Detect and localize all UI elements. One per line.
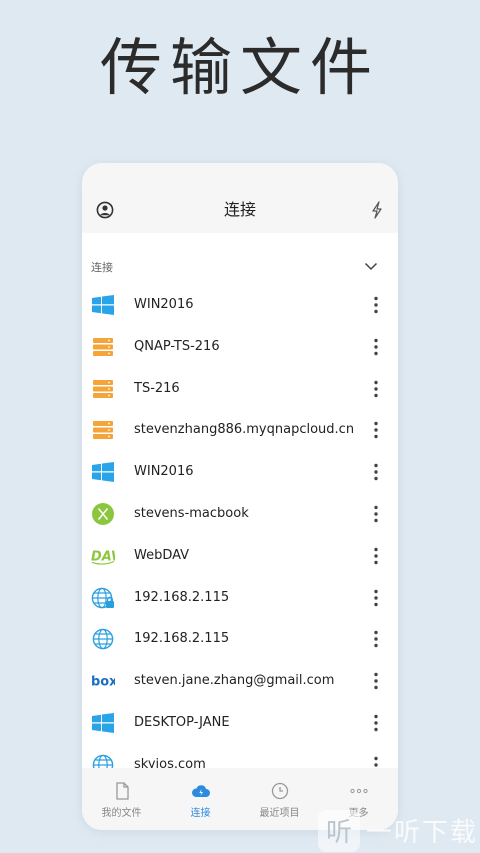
nas-server-icon	[91, 419, 115, 441]
connection-row[interactable]: 192.168.2.115	[82, 577, 398, 619]
connection-row[interactable]: 192.168.2.115	[82, 618, 398, 660]
clock-icon	[270, 782, 290, 800]
tab-cloud[interactable]: 连接	[161, 768, 240, 830]
connection-row[interactable]: stevens-macbook	[82, 493, 398, 535]
file-icon	[112, 782, 132, 800]
more-vertical-icon[interactable]	[372, 421, 380, 439]
globe-icon	[91, 628, 115, 650]
nas-server-icon	[91, 336, 115, 358]
more-vertical-icon[interactable]	[372, 380, 380, 398]
svg-text:box: box	[91, 675, 115, 689]
more-vertical-icon[interactable]	[372, 505, 380, 523]
connection-list: WIN2016 QNAP-TS-216 TS-216 stevenzhang88…	[82, 284, 398, 768]
lightning-icon[interactable]	[370, 201, 384, 219]
windows-icon	[91, 712, 115, 734]
tab-clock[interactable]: 最近项目	[240, 768, 319, 830]
tab-label: 连接	[190, 808, 211, 819]
connection-row[interactable]: WIN2016	[82, 284, 398, 326]
connection-name: QNAP-TS-216	[134, 338, 220, 354]
more-vertical-icon[interactable]	[372, 338, 380, 356]
connection-name: WIN2016	[134, 464, 194, 480]
page-title: 连接	[223, 200, 256, 219]
macos-x-icon	[91, 502, 115, 525]
connection-name: TS-216	[134, 380, 180, 396]
more-vertical-icon[interactable]	[372, 672, 380, 690]
connection-row[interactable]: box steven.jane.zhang@gmail.com	[82, 660, 398, 702]
connection-name: WIN2016	[134, 297, 194, 312]
tab-label: 最近项目	[259, 808, 300, 819]
more-vertical-icon[interactable]	[372, 756, 380, 768]
connection-row[interactable]: WIN2016	[82, 451, 398, 493]
more-vertical-icon[interactable]	[372, 714, 380, 732]
connection-name: stevenzhang886.myqnapcloud.cn	[134, 422, 355, 438]
windows-icon	[91, 294, 115, 316]
cloud-icon	[191, 782, 211, 800]
webdav-icon: DAV	[91, 545, 115, 567]
section-label: 连接	[91, 261, 113, 274]
connection-name: skyios.com	[134, 756, 206, 768]
chevron-down-icon[interactable]	[364, 259, 378, 273]
tab-file[interactable]: 我的文件	[82, 768, 161, 830]
globe-lock-icon	[91, 587, 115, 609]
more-vertical-icon[interactable]	[372, 296, 380, 314]
connection-name: steven.jane.zhang@gmail.com	[134, 673, 335, 689]
connection-row[interactable]: TS-216	[82, 368, 398, 410]
nas-server-icon	[91, 378, 115, 400]
app-header: 连接	[82, 163, 398, 233]
app-screen: 连接 连接 WIN2016 QNAP-TS-216 TS-216 stevenz…	[82, 163, 398, 830]
tab-label: 我的文件	[101, 808, 142, 819]
globe-icon	[91, 754, 115, 768]
more-vertical-icon[interactable]	[372, 630, 380, 648]
more-vertical-icon[interactable]	[372, 463, 380, 481]
hero-title: 传输文件	[99, 31, 380, 104]
connection-row[interactable]: DAV WebDAV	[82, 535, 398, 577]
more-vertical-icon[interactable]	[372, 547, 380, 565]
connection-name: stevens-macbook	[134, 505, 249, 521]
watermark-logo: 听	[318, 809, 360, 852]
more-dots-icon	[349, 782, 369, 800]
connection-row[interactable]: stevenzhang886.myqnapcloud.cn	[82, 409, 398, 451]
connection-name: 192.168.2.115	[134, 589, 230, 605]
more-vertical-icon[interactable]	[372, 589, 380, 607]
connection-row[interactable]: QNAP-TS-216	[82, 326, 398, 368]
connection-name: WebDAV	[134, 547, 190, 563]
windows-icon	[91, 461, 115, 483]
watermark-text: 一听下载	[366, 818, 479, 848]
watermark: 听 一听下载	[318, 808, 480, 853]
connection-name: DESKTOP-JANE	[134, 714, 230, 730]
connections-section-header[interactable]: 连接	[82, 255, 398, 279]
box-icon: box	[91, 670, 115, 692]
connection-name: 192.168.2.115	[134, 631, 230, 647]
connection-row[interactable]: skyios.com	[82, 744, 398, 768]
connection-row[interactable]: DESKTOP-JANE	[82, 702, 398, 744]
